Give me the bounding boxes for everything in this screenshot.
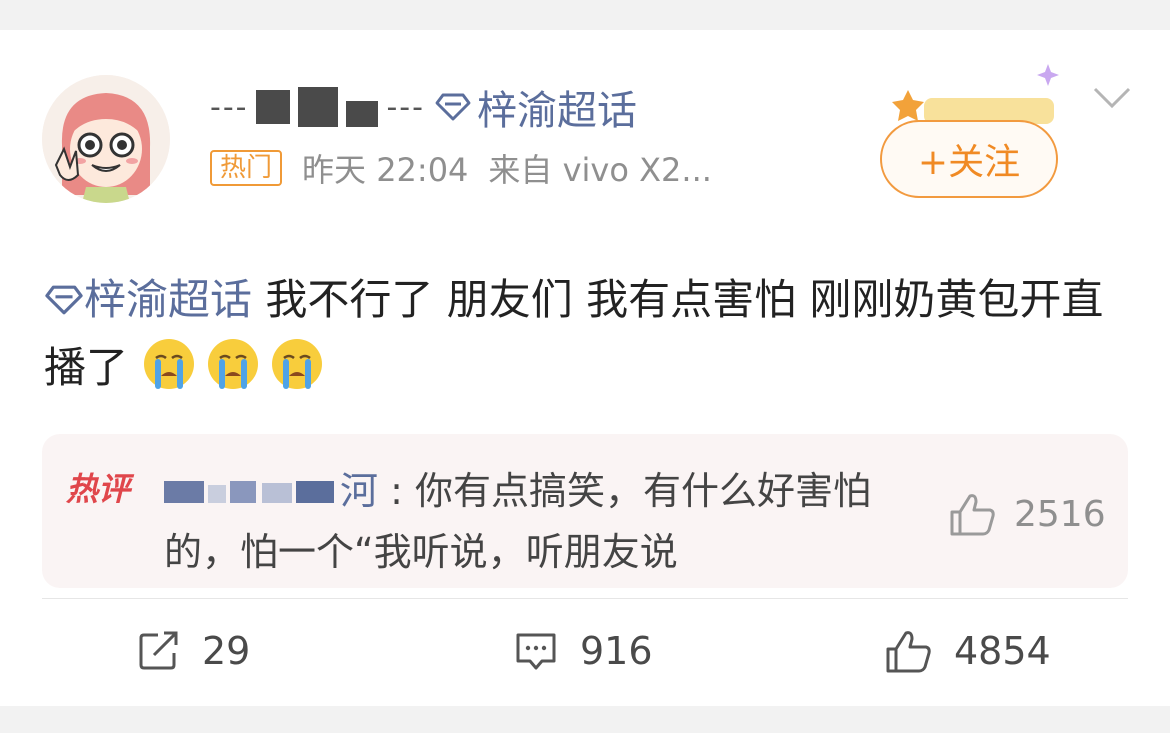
follow-button[interactable]: +关注: [880, 120, 1058, 198]
topic-link-label: 梓渝超话: [476, 88, 637, 134]
mask-block: [346, 101, 379, 127]
hot-comment-label: 热评: [66, 470, 131, 508]
text-fade: [812, 516, 942, 574]
hot-comment[interactable]: 热评 河 : 你有点搞笑，有什么好害怕的，怕一个“我听说，听朋友说 2516: [42, 434, 1128, 588]
divider: [42, 598, 1128, 599]
chevron-down-icon[interactable]: [1092, 86, 1132, 110]
repost-count: 29: [202, 629, 251, 673]
post-topic-label: 梓渝超话: [84, 275, 253, 324]
mask-block: [298, 87, 339, 127]
like-button[interactable]: 4854: [884, 626, 1051, 676]
comment-icon: [516, 633, 556, 670]
thumbs-up-icon: [886, 631, 931, 673]
crying-face-emoji: [208, 339, 259, 389]
mask-block: [256, 90, 291, 124]
repost-button[interactable]: 29: [138, 626, 250, 676]
hot-comment-body: 河 : 你有点搞笑，有什么好害怕的，怕一个“我听说，听朋友说: [164, 462, 924, 581]
topic-link[interactable]: 梓渝超话: [435, 78, 637, 136]
commenter-name-visible: 河: [340, 469, 379, 513]
super-topic-diamond-icon: [45, 285, 83, 315]
post-meta: 热门 昨天 22:04 来自 vivo X2...: [210, 148, 712, 189]
post-time: 昨天 22:04: [302, 151, 469, 189]
super-topic-diamond-icon: [435, 93, 471, 121]
crying-face-emoji: [144, 339, 195, 389]
follow-button-label: +关注: [917, 142, 1021, 183]
avatar[interactable]: [42, 75, 170, 203]
username-visible: ---: [210, 89, 249, 125]
post-text: 梓渝超话 我不行了 朋友们 我有点害怕 刚刚奶黄包开直播了: [44, 266, 1134, 402]
commenter-mask: [164, 465, 334, 523]
thumbs-up-icon: [950, 494, 995, 536]
username-dashes: ---: [386, 89, 425, 125]
comment-button[interactable]: 916: [514, 626, 653, 676]
post-source: 来自 vivo X2...: [488, 151, 712, 189]
emoji-row: [141, 339, 333, 392]
commenter-name[interactable]: 河: [164, 469, 390, 513]
repost-icon: [139, 631, 178, 670]
like-count: 4854: [954, 629, 1051, 673]
post-topic-link[interactable]: 梓渝超话: [44, 275, 265, 324]
crying-face-emoji: [272, 339, 323, 389]
hot-comment-like-count: 2516: [1014, 493, 1106, 535]
username-masked: --- ---: [210, 87, 425, 127]
hot-comment-like[interactable]: 2516: [948, 492, 1106, 536]
username-row[interactable]: --- --- 梓渝超话: [210, 82, 637, 134]
comment-count: 916: [580, 629, 653, 673]
avatar-illustration-icon: [42, 75, 170, 203]
hot-badge: 热门: [210, 150, 283, 186]
post-card: --- --- 梓渝超话 热门 昨天 22:04 来自 vivo X2... +…: [0, 30, 1170, 706]
